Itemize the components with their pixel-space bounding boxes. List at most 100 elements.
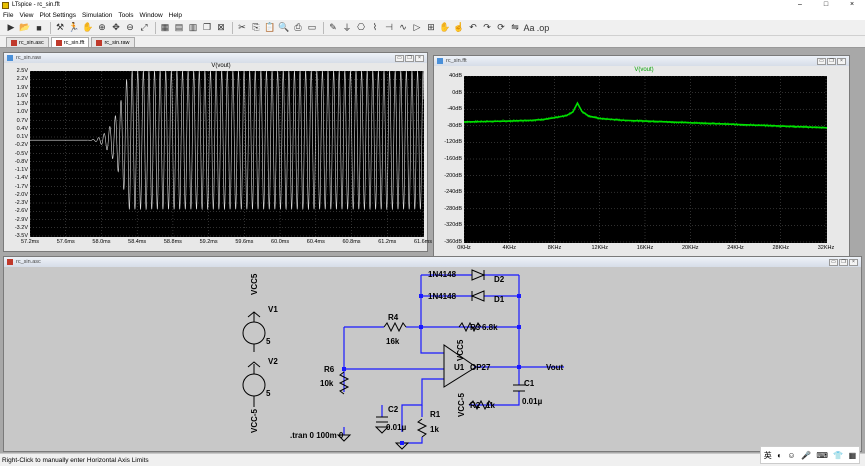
tile-vertical-icon[interactable]: ▥ (187, 22, 199, 34)
fft-y-tick-label[interactable]: 40dB (440, 73, 462, 79)
cascade-icon[interactable]: ❐ (201, 22, 213, 34)
fft-x-tick-label[interactable]: 8KHz (540, 245, 570, 251)
tile-horizontal-icon[interactable]: ▤ (173, 22, 185, 34)
raw-y-tick-label[interactable]: 0.4V (6, 126, 28, 132)
raw-y-tick-label[interactable]: -0.2V (6, 142, 28, 148)
raw-x-tick-label[interactable]: 60.0ms (265, 239, 295, 245)
c2-label[interactable]: C2 (388, 405, 398, 414)
fft-y-tick-label[interactable]: 0dB (440, 90, 462, 96)
zoom-pan-icon[interactable]: ✥ (110, 22, 122, 34)
fft-x-tick-label[interactable]: 32KHz (811, 245, 841, 251)
tab-rc-sin-fft[interactable]: rc_sin.fft (50, 37, 90, 47)
r4-label[interactable]: R4 (388, 313, 398, 322)
v1-value[interactable]: 5 (266, 337, 270, 346)
fft-x-tick-label[interactable]: 24KHz (721, 245, 751, 251)
r1-label[interactable]: R1 (430, 410, 440, 419)
fft-y-tick-label[interactable]: -240dB (440, 189, 462, 195)
r3-value[interactable]: 6.8k (482, 323, 498, 332)
raw-y-tick-label[interactable]: -2.9V (6, 217, 28, 223)
autorange-icon[interactable]: ▦ (159, 22, 171, 34)
rotate-icon[interactable]: ⟳ (495, 22, 507, 34)
v2-value[interactable]: 5 (266, 389, 270, 398)
r4-value[interactable]: 16k (386, 337, 399, 346)
vout-net-label[interactable]: Vout (546, 363, 563, 372)
run-simulation-icon[interactable]: 🏃 (68, 22, 80, 34)
op-vcc5-label[interactable]: VCC5 (456, 340, 465, 361)
fft-x-tick-label[interactable]: 28KHz (766, 245, 796, 251)
raw-x-tick-label[interactable]: 60.8ms (337, 239, 367, 245)
open-folder-icon[interactable]: 📂 (19, 22, 31, 34)
fft-window-titlebar[interactable]: rc_sin.fft ▭ ❐ × (434, 56, 849, 66)
ime-skin-icon[interactable]: 👕 (833, 451, 843, 460)
fft-waveform-window[interactable]: rc_sin.fft ▭ ❐ × V(vout) 40dB 0dB -40dB -80… (433, 55, 850, 257)
fft-plot-area[interactable] (464, 76, 827, 243)
r2-label[interactable]: R2 (470, 401, 480, 410)
ime-language-toggle[interactable]: 英 (764, 450, 772, 461)
raw-y-tick-label[interactable]: 2.2V (6, 76, 28, 82)
raw-y-tick-label[interactable]: -1.4V (6, 175, 28, 181)
zoom-in-icon[interactable]: ⊕ (96, 22, 108, 34)
menu-view[interactable]: View (16, 12, 36, 19)
ime-voice-icon[interactable]: 🎤 (801, 451, 811, 460)
raw-trace-label[interactable]: V(vout) (191, 63, 251, 69)
fft-y-tick-label[interactable]: -200dB (440, 173, 462, 179)
fft-y-tick-label[interactable]: -80dB (440, 123, 462, 129)
fft-y-tick-label[interactable]: -160dB (440, 156, 462, 162)
raw-x-tick-label[interactable]: 57.2ms (15, 239, 45, 245)
drag-icon[interactable]: ☝ (453, 22, 465, 34)
raw-minimize-button[interactable]: ▭ (395, 54, 404, 62)
raw-close-button[interactable]: × (415, 54, 424, 62)
r3-label[interactable]: R3 (470, 323, 480, 332)
c2-value[interactable]: 0.01µ (386, 423, 406, 432)
schematic-close-button[interactable]: × (849, 258, 858, 266)
close-button[interactable]: × (839, 0, 865, 10)
resistor-icon[interactable]: ⌇ (369, 22, 381, 34)
raw-y-tick-label[interactable]: 1.3V (6, 101, 28, 107)
cut-icon[interactable]: ✂ (236, 22, 248, 34)
raw-y-tick-label[interactable]: -0.5V (6, 151, 28, 157)
r6-value[interactable]: 10k (320, 379, 333, 388)
capacitor-icon[interactable]: ⊣ (383, 22, 395, 34)
mirror-icon[interactable]: ⇋ (509, 22, 521, 34)
raw-y-tick-label[interactable]: -0.8V (6, 159, 28, 165)
fft-x-tick-label[interactable]: 16KHz (630, 245, 660, 251)
raw-x-tick-label[interactable]: 58.4ms (122, 239, 152, 245)
diode-icon[interactable]: ▷ (411, 22, 423, 34)
raw-y-tick-label[interactable]: 1.0V (6, 109, 28, 115)
d2-label[interactable]: D2 (494, 275, 504, 284)
raw-window-titlebar[interactable]: rc_sin.raw ▭ ❐ × (4, 53, 427, 63)
d2-part-label[interactable]: 1N4148 (428, 270, 456, 279)
schematic-canvas[interactable]: VCC5 V1 5 V2 5 VCC-5 R4 16k R6 10k 1N414… (4, 267, 861, 451)
tran-directive[interactable]: .tran 0 100m 0 (290, 431, 343, 440)
r6-label[interactable]: R6 (324, 365, 334, 374)
raw-x-tick-label[interactable]: 59.2ms (194, 239, 224, 245)
r2-value[interactable]: 1k (486, 401, 495, 410)
vcc5-flag-label[interactable]: VCC5 (250, 274, 259, 295)
v1-label[interactable]: V1 (268, 305, 278, 314)
fft-x-tick-label[interactable]: 4KHz (494, 245, 524, 251)
fft-trace-label[interactable]: V(vout) (614, 67, 674, 73)
draw-wire-icon[interactable]: ✎ (327, 22, 339, 34)
raw-plot-area[interactable] (30, 71, 424, 237)
u1-part-label[interactable]: OP27 (470, 363, 490, 372)
raw-y-tick-label[interactable]: -2.3V (6, 200, 28, 206)
raw-x-tick-label[interactable]: 60.4ms (301, 239, 331, 245)
raw-x-tick-label[interactable]: 57.6ms (51, 239, 81, 245)
raw-y-tick-label[interactable]: -2.0V (6, 192, 28, 198)
fft-close-button[interactable]: × (837, 57, 846, 65)
undo-icon[interactable]: ↶ (467, 22, 479, 34)
raw-y-tick-label[interactable]: 2.5V (6, 68, 28, 74)
text-icon[interactable]: Aa (523, 22, 535, 34)
fft-y-tick-label[interactable]: -40dB (440, 106, 462, 112)
d1-label[interactable]: D1 (494, 295, 504, 304)
raw-y-tick-label[interactable]: -2.6V (6, 208, 28, 214)
maximize-button[interactable]: □ (813, 0, 839, 10)
ime-menu-icon[interactable]: ▦ (849, 451, 857, 460)
menu-simulation[interactable]: Simulation (79, 12, 115, 19)
raw-y-tick-label[interactable]: -3.2V (6, 225, 28, 231)
schematic-window[interactable]: rc_sin.asc ▭ ❐ × VCC5 V1 5 V2 5 VCC-5 R4… (3, 256, 862, 452)
ground-icon[interactable]: ⏚ (341, 22, 353, 34)
raw-x-tick-label[interactable]: 58.0ms (86, 239, 116, 245)
tab-rc-sin-raw[interactable]: rc_sin.raw (91, 37, 135, 47)
print-icon[interactable]: ⎙ (292, 22, 304, 34)
